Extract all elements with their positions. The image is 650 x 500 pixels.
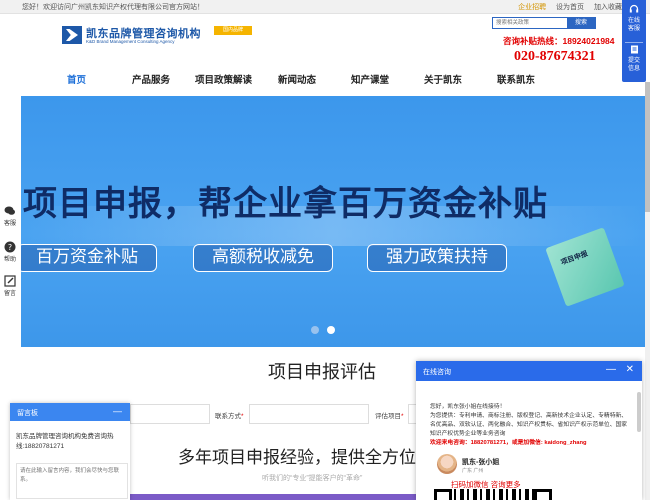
chat-close-icon[interactable]: ✕ (626, 364, 634, 375)
top-link-add-favorite[interactable]: 加入收藏 (594, 4, 622, 11)
nav-item-policy[interactable]: 项目政策解读 (195, 72, 252, 86)
svg-text:?: ? (8, 243, 12, 252)
assessment-form: 联系方式* 评估项目* (130, 404, 430, 424)
slide-dot-2-active[interactable] (327, 326, 335, 334)
side-left-message[interactable]: 留言 (0, 275, 20, 297)
search-input[interactable] (493, 18, 568, 28)
chat-title: 在线咨询 (423, 369, 451, 376)
logo-name-en: K&D Brand Management Consulting Agency (86, 39, 175, 44)
banner-pill-subsidy: 百万资金补贴 (21, 244, 157, 272)
side-left-service[interactable]: 客服 (0, 205, 20, 227)
logo-badge: 国内品牌 (214, 26, 252, 35)
chat-header[interactable]: 在线咨询 — ✕ (416, 361, 642, 381)
chat-message: 您好，凯东张小姐在线接待！ 为您提供：专利申请、商标注册、版权登记、高新技术企业… (430, 403, 630, 448)
chat-scrollbar[interactable] (637, 392, 641, 432)
message-board-header[interactable]: 留言板 — (10, 403, 130, 421)
nav-item-products[interactable]: 产品服务 (132, 72, 170, 86)
online-service-button[interactable]: 在线客服 (622, 4, 646, 33)
main-nav: 首页 产品服务 项目政策解读 新闻动态 知产课堂 关于凯东 联系凯东 (40, 72, 560, 88)
page-scrollbar[interactable] (645, 82, 650, 500)
chat-services: 为您提供：专利申请、商标注册、版权登记、高新技术企业认定、专精特新、名优高品、双… (430, 413, 628, 437)
nav-item-about[interactable]: 关于凯东 (424, 72, 462, 86)
submit-info-label: 提交信息 (628, 58, 641, 72)
message-board-text: 凯东品牌管理咨询机构免费咨询热线:18820781271 (16, 433, 114, 450)
minimize-icon[interactable]: — (113, 406, 122, 416)
submit-info-button[interactable]: 提交信息 (622, 45, 646, 73)
scrollbar-thumb[interactable] (645, 82, 650, 212)
section-tagline: 听我们的“专业”提能客户的“革命” (262, 475, 363, 482)
wechat-qr-code (434, 489, 552, 500)
document-label: 项目申报 (560, 250, 589, 267)
project-label: 评估项目* (375, 413, 404, 420)
online-service-label: 在线客服 (628, 18, 641, 32)
banner-pill-policy: 强力政策扶持 (367, 244, 507, 272)
edit-icon (4, 275, 16, 287)
nav-item-contact[interactable]: 联系凯东 (497, 72, 535, 86)
online-consult-panel: 在线咨询 — ✕ 您好，凯东张小姐在线接待！ 为您提供：专利申请、商标注册、版权… (416, 361, 642, 500)
section-banner-strip (130, 494, 430, 500)
welcome-text: 您好！欢迎访问广州凯东知识产权代理有限公司官方网站！ (22, 4, 204, 11)
agent-location: 广东 广州 (462, 468, 484, 474)
hotline-label: 咨询补贴热线：18924021984 (503, 36, 615, 46)
nav-item-classroom[interactable]: 知产课堂 (351, 72, 389, 86)
message-input[interactable] (16, 463, 128, 499)
banner-pill-tax: 高额税收减免 (193, 244, 333, 272)
chat-minimize-icon[interactable]: — (606, 364, 616, 375)
agent-avatar (437, 454, 457, 474)
hotline-number: 020-87674321 (514, 49, 596, 64)
hero-banner[interactable]: 项目申报，帮企业拿百万资金补贴 百万资金补贴 高额税收减免 强力政策扶持 项目申… (21, 96, 645, 347)
logo-icon[interactable] (62, 26, 82, 44)
question-icon: ? (4, 241, 16, 253)
top-links: 企业招聘 设为首页 加入收藏 (510, 2, 622, 12)
form-icon (630, 45, 638, 54)
agent-name: 凯东-张小姐 (462, 459, 500, 466)
search-button[interactable]: 搜索 (567, 18, 595, 28)
message-board-title: 留言板 (17, 410, 38, 417)
top-link-set-homepage[interactable]: 设为首页 (556, 4, 584, 11)
nav-item-home[interactable]: 首页 (67, 72, 86, 86)
slide-dot-1[interactable] (311, 326, 319, 334)
contact-label: 联系方式* (215, 413, 244, 420)
message-board-panel: 留言板 — 凯东品牌管理咨询机构免费咨询热线:18820781271 (10, 403, 130, 500)
banner-title: 项目申报，帮企业拿百万资金补贴 (23, 184, 548, 224)
right-float-bar: 在线客服 提交信息 (622, 0, 646, 82)
side-left-help[interactable]: ? 帮助 (0, 241, 20, 263)
chat-greeting: 您好，凯东张小姐在线接待！ (430, 404, 506, 410)
headset-icon (629, 4, 639, 13)
site-header: 凯东品牌管理咨询机构 K&D Brand Management Consulti… (0, 14, 650, 96)
contact-field[interactable] (249, 404, 369, 424)
name-field[interactable] (130, 404, 210, 424)
top-link-careers[interactable]: 企业招聘 (518, 4, 546, 11)
section-title: 项目申报评估 (268, 362, 376, 383)
nav-item-news[interactable]: 新闻动态 (278, 72, 316, 86)
chat-contact: 欢迎来电咨询：18820781271，或是加微信: kaidong_zhang (430, 440, 587, 446)
top-bar: 您好！欢迎访问广州凯东知识产权代理有限公司官方网站！ 企业招聘 设为首页 加入收… (0, 0, 650, 14)
section-subtitle: 多年项目申报经验，提供全方位 (178, 448, 416, 468)
chat-bubble-icon (4, 206, 15, 215)
search-box: 搜索 (492, 17, 596, 29)
